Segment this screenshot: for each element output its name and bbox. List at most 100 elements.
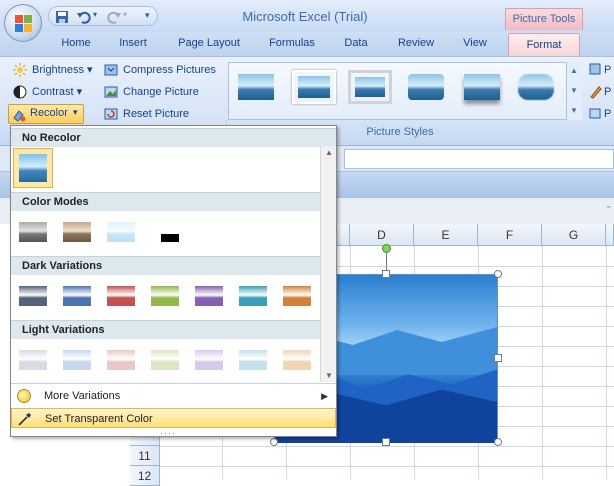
- dark-variation-swatch[interactable]: [16, 282, 50, 310]
- resize-handle[interactable]: [494, 354, 502, 362]
- column-header[interactable]: [606, 224, 614, 246]
- light-variation-swatch[interactable]: [148, 346, 182, 374]
- recolor-button[interactable]: Recolor ▾: [8, 104, 84, 124]
- contrast-button[interactable]: Contrast ▾: [12, 83, 82, 101]
- column-header-f[interactable]: F: [478, 224, 542, 246]
- tab-insert[interactable]: Insert: [112, 37, 154, 55]
- tab-view[interactable]: View: [454, 37, 496, 55]
- office-button[interactable]: [4, 4, 42, 42]
- compress-pictures-button[interactable]: Compress Pictures: [103, 61, 216, 79]
- dark-variation-swatch[interactable]: [148, 282, 182, 310]
- tab-page-layout[interactable]: Page Layout: [172, 37, 246, 55]
- light-variation-swatch[interactable]: [60, 346, 94, 374]
- resize-handle[interactable]: [382, 270, 390, 278]
- color-modes-heading: Color Modes: [11, 192, 336, 211]
- tab-formulas[interactable]: Formulas: [262, 37, 322, 55]
- change-picture-icon: [104, 86, 118, 98]
- window-marker: ⁻: [606, 204, 612, 215]
- light-variation-thumbnail: [107, 350, 135, 370]
- no-recolor-heading: No Recolor: [11, 128, 336, 147]
- dark-variation-swatch[interactable]: [236, 282, 270, 310]
- picture-style-thumb[interactable]: [348, 70, 392, 104]
- recolor-icon: [13, 110, 26, 122]
- light-variation-thumbnail: [283, 350, 311, 370]
- picture-style-thumb[interactable]: [234, 70, 278, 104]
- black-and-white-swatch[interactable]: [148, 218, 182, 246]
- dark-variation-swatch[interactable]: [280, 282, 314, 310]
- picture-style-thumb[interactable]: [514, 70, 558, 104]
- formula-input[interactable]: [344, 149, 614, 169]
- tab-review[interactable]: Review: [390, 37, 442, 55]
- picture-shape-label: P: [604, 64, 612, 76]
- reset-picture-label: Reset Picture: [123, 108, 190, 120]
- light-variation-swatch[interactable]: [236, 346, 270, 374]
- reset-picture-button[interactable]: Reset Picture: [103, 105, 189, 123]
- column-header-g[interactable]: G: [542, 224, 606, 246]
- recolor-menu-scrollbar[interactable]: ▲ ▼: [320, 146, 336, 382]
- light-variation-thumbnail: [195, 350, 223, 370]
- picture-tools-context-label: Picture Tools: [505, 8, 583, 30]
- dark-variation-swatch[interactable]: [104, 282, 138, 310]
- window-title: Microsoft Excel (Trial): [242, 9, 368, 24]
- tab-home[interactable]: Home: [55, 37, 97, 55]
- menu-resize-grip[interactable]: ····: [160, 428, 176, 438]
- dark-variation-thumbnail: [19, 286, 47, 306]
- grayscale-swatch[interactable]: [16, 218, 50, 246]
- light-variations-heading: Light Variations: [11, 320, 336, 339]
- undo-dropdown-icon[interactable]: ▾: [93, 10, 107, 24]
- light-variation-swatch[interactable]: [192, 346, 226, 374]
- resize-handle[interactable]: [382, 438, 390, 446]
- brightness-label: Brightness: [32, 64, 84, 76]
- tab-format[interactable]: Format: [508, 33, 580, 57]
- redo-icon[interactable]: [107, 10, 121, 24]
- reset-picture-icon: [104, 108, 118, 120]
- tab-data[interactable]: Data: [336, 37, 376, 55]
- light-variation-swatch[interactable]: [16, 346, 50, 374]
- picture-shape-icon: [589, 63, 601, 75]
- row-header-11[interactable]: 11: [130, 446, 160, 466]
- resize-handle[interactable]: [270, 438, 278, 446]
- no-recolor-swatch[interactable]: [13, 148, 53, 188]
- light-variation-swatch[interactable]: [280, 346, 314, 374]
- scroll-down-icon[interactable]: ▼: [325, 371, 333, 380]
- washout-swatch[interactable]: [104, 218, 138, 246]
- gallery-more-icon[interactable]: ▼: [570, 106, 578, 115]
- resize-handle[interactable]: [494, 270, 502, 278]
- dark-variation-swatch[interactable]: [192, 282, 226, 310]
- more-variations-menu-item[interactable]: More Variations ▶: [11, 386, 336, 406]
- picture-style-thumb[interactable]: [404, 70, 448, 104]
- eyedropper-icon: [18, 413, 31, 426]
- sepia-swatch[interactable]: [60, 218, 94, 246]
- redo-dropdown-icon[interactable]: ▾: [123, 10, 137, 24]
- light-variation-thumbnail: [239, 350, 267, 370]
- picture-style-thumb[interactable]: [460, 70, 504, 104]
- picture-style-thumb[interactable]: [292, 70, 336, 104]
- column-header-e[interactable]: E: [414, 224, 478, 246]
- picture-border-label: P: [604, 86, 612, 98]
- dark-variation-thumbnail: [107, 286, 135, 306]
- brightness-icon: [13, 63, 27, 77]
- change-picture-button[interactable]: Change Picture: [103, 83, 199, 101]
- dark-variation-thumbnail: [239, 286, 267, 306]
- styles-scroll[interactable]: ▲ ▼ ▼: [566, 62, 582, 120]
- row-header-12[interactable]: 12: [130, 466, 160, 486]
- brightness-button[interactable]: Brightness ▾: [12, 61, 93, 79]
- picture-effects-button[interactable]: P: [588, 105, 611, 123]
- set-transparent-color-menu-item[interactable]: Set Transparent Color: [11, 408, 336, 428]
- rotate-handle[interactable]: [382, 244, 391, 253]
- save-icon[interactable]: [55, 10, 69, 24]
- scroll-up-icon[interactable]: ▲: [325, 148, 333, 157]
- brightness-dropdown-icon: ▾: [87, 64, 93, 76]
- scroll-down-icon[interactable]: ▼: [570, 86, 578, 95]
- scroll-up-icon[interactable]: ▲: [570, 66, 578, 75]
- picture-shape-button[interactable]: P: [588, 61, 611, 79]
- resize-handle[interactable]: [494, 438, 502, 446]
- light-variation-swatch[interactable]: [104, 346, 138, 374]
- dark-variation-swatch[interactable]: [60, 282, 94, 310]
- column-header-d[interactable]: D: [350, 224, 414, 246]
- customize-qat-icon[interactable]: ▾: [145, 10, 159, 24]
- dark-variation-thumbnail: [151, 286, 179, 306]
- picture-border-button[interactable]: P: [588, 83, 611, 101]
- undo-icon[interactable]: [77, 10, 91, 24]
- more-variations-label: More Variations: [44, 390, 121, 402]
